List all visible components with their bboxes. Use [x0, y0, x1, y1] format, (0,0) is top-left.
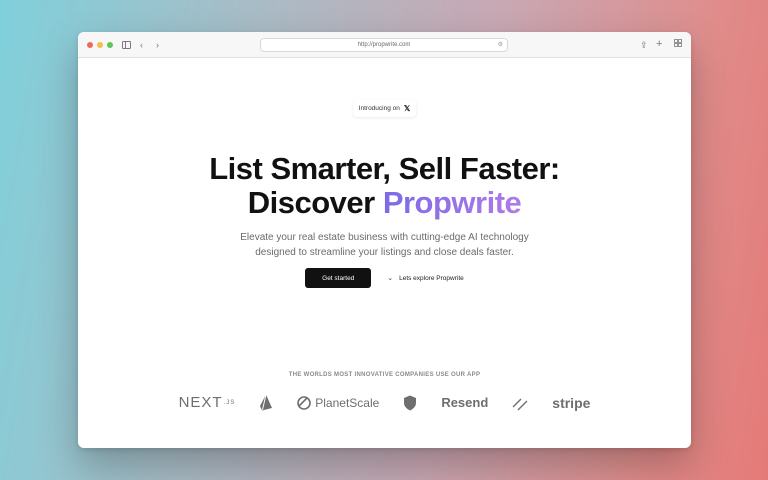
tab-overview-icon[interactable] [674, 39, 682, 47]
sidebar-icon[interactable] [122, 41, 131, 49]
resend-logo: Resend [441, 395, 489, 410]
close-window-button[interactable] [87, 42, 93, 48]
companies-heading: THE WORLDS MOST INNOVATIVE COMPANIES USE… [288, 372, 481, 378]
back-icon[interactable]: ‹ [140, 39, 143, 51]
stripe-logo: stripe [552, 394, 591, 411]
page-settings-icon[interactable]: ⚙ [498, 39, 503, 51]
hero-subtitle: Elevate your real estate business with c… [78, 230, 691, 260]
chevron-down-icon: ⌄ [387, 275, 394, 282]
minimize-window-button[interactable] [97, 42, 103, 48]
intro-badge[interactable]: Introducing on 𝕏 [352, 100, 417, 117]
subtitle-line1: Elevate your real estate business with c… [240, 232, 529, 243]
window-controls [87, 42, 113, 48]
hero-headline: List Smarter, Sell Faster: Discover Prop… [78, 152, 691, 220]
get-started-button[interactable]: Get started [305, 268, 372, 288]
explore-propwrite-link[interactable]: ⌄ Lets explore Propwrite [387, 274, 464, 283]
x-logo-icon: 𝕏 [403, 104, 411, 113]
shield-logo [403, 395, 417, 411]
share-icon[interactable]: ⇪ [640, 39, 648, 51]
new-tab-icon[interactable]: + [656, 38, 662, 50]
headline-line2-prefix: Discover [247, 185, 375, 220]
cta-row: Get started ⌄ Lets explore Propwrite [78, 268, 691, 288]
address-bar[interactable]: http://propwrite.com ⚙ [260, 38, 508, 52]
maximize-window-button[interactable] [107, 42, 113, 48]
subtitle-line2: designed to streamline your listings and… [255, 247, 514, 258]
intro-label: Introducing on [358, 105, 400, 112]
url-text: http://propwrite.com [357, 42, 411, 48]
browser-window: ‹ › http://propwrite.com ⚙ ⇪ + Introduci… [78, 32, 691, 448]
landing-page: Introducing on 𝕏 List Smarter, Sell Fast… [78, 58, 691, 448]
explore-label: Lets explore Propwrite [399, 274, 464, 282]
browser-toolbar: ‹ › http://propwrite.com ⚙ ⇪ + [78, 32, 691, 58]
slash-logo [512, 395, 528, 411]
forward-icon[interactable]: › [156, 39, 159, 51]
planetscale-logo: PlanetScale [297, 396, 379, 410]
company-logos: NEXT .JS PlanetScale Resend stripe [78, 394, 691, 411]
prisma-logo [259, 394, 273, 411]
headline-line1: List Smarter, Sell Faster: [209, 151, 560, 186]
nextjs-logo: NEXT .JS [178, 394, 236, 411]
brand-name: Propwrite [382, 185, 522, 220]
